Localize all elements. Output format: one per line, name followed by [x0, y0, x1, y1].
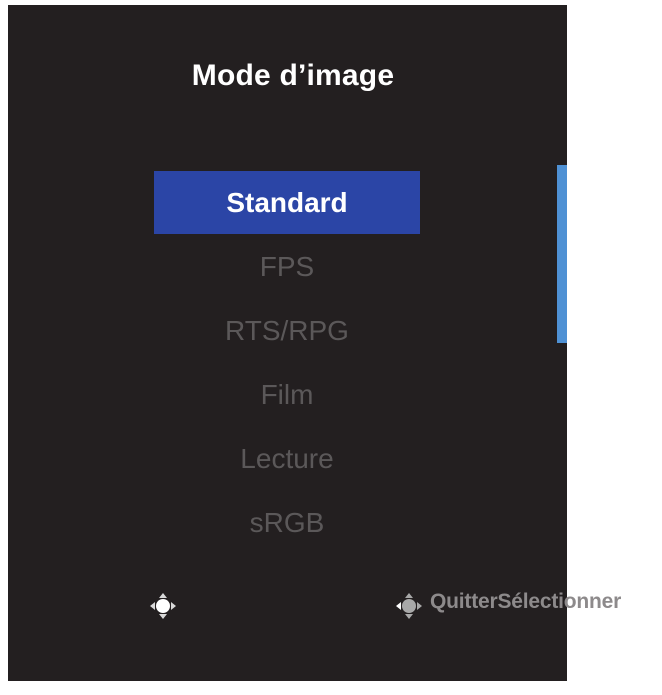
joystick-press-icon[interactable] — [148, 591, 178, 621]
menu-item-film[interactable]: Film — [154, 363, 420, 427]
joystick-press-icon[interactable] — [394, 591, 424, 621]
menu-item-standard[interactable]: Standard — [154, 171, 420, 234]
menu-item-lecture[interactable]: Lecture — [154, 427, 420, 491]
osd-menu-panel: Mode d’image Standard FPS RTS/RPG Film L… — [8, 5, 567, 681]
select-label: Sélectionner — [497, 590, 622, 613]
scrollbar-thumb[interactable] — [557, 165, 567, 343]
osd-title: Mode d’image — [191, 59, 395, 92]
quit-label: Quitter — [430, 590, 498, 613]
menu-item-rts-rpg[interactable]: RTS/RPG — [154, 299, 420, 363]
menu-item-srgb[interactable]: sRGB — [154, 491, 420, 555]
page: Mode d’image Standard FPS RTS/RPG Film L… — [0, 0, 662, 695]
menu-item-fps[interactable]: FPS — [154, 235, 420, 299]
picture-mode-list: Standard FPS RTS/RPG Film Lecture sRGB — [154, 171, 420, 555]
footer-hint: QuitterSélectionner — [430, 590, 621, 614]
